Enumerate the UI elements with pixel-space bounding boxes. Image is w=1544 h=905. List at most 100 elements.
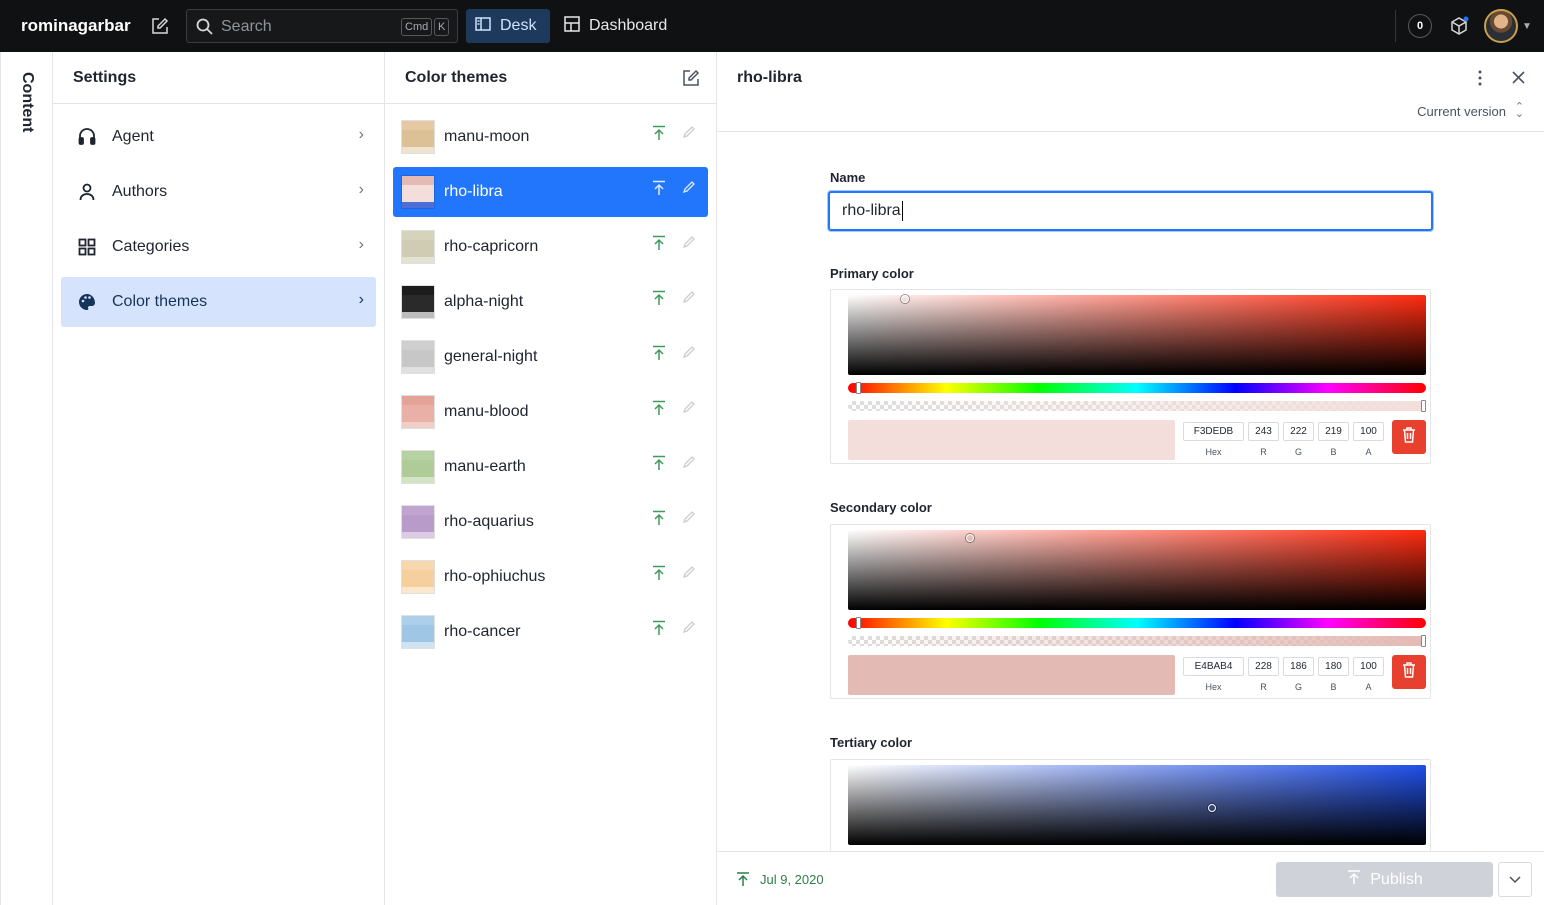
hex-label: Hex	[1205, 447, 1222, 457]
theme-swatch	[401, 615, 435, 649]
trash-icon	[1401, 426, 1417, 449]
trash-icon	[1401, 661, 1417, 684]
settings-item-authors[interactable]: Authors ›	[61, 167, 376, 217]
secondary-saturation-handle[interactable]	[966, 534, 974, 542]
theme-swatch	[401, 120, 435, 154]
workspace-name[interactable]: rominagarbar	[21, 16, 131, 36]
theme-item[interactable]: general-night	[393, 332, 708, 382]
primary-hue-handle[interactable]	[856, 382, 861, 394]
theme-item-label: rho-aquarius	[444, 513, 534, 530]
settings-item-label: Agent	[112, 128, 154, 145]
g-label: G	[1294, 682, 1302, 692]
theme-item[interactable]: rho-cancer	[393, 607, 708, 657]
primary-g-input[interactable]: 222	[1283, 422, 1314, 441]
primary-remove-button[interactable]	[1392, 420, 1426, 454]
edit-icon	[682, 125, 696, 144]
headset-icon	[75, 125, 99, 149]
settings-item-color-themes[interactable]: Color themes ›	[61, 277, 376, 327]
settings-item-categories[interactable]: Categories ›	[61, 222, 376, 272]
edit-icon	[682, 510, 696, 529]
primary-b-input[interactable]: 219	[1318, 422, 1349, 441]
secondary-hue-slider[interactable]	[848, 617, 1426, 629]
theme-item[interactable]: manu-moon	[393, 112, 708, 162]
chevron-right-icon: ›	[358, 126, 364, 143]
version-label: Current version	[1417, 104, 1506, 119]
secondary-hex-input[interactable]: E4BAB4	[1183, 657, 1244, 676]
published-date: Jul 9, 2020	[760, 872, 824, 887]
desk-icon	[474, 15, 492, 38]
color-themes-pane: Color themes manu-moon rho-libra rho-capri…	[385, 52, 717, 905]
theme-item[interactable]: rho-ophiuchus	[393, 552, 708, 602]
edit-icon	[682, 180, 696, 199]
settings-item-label: Authors	[112, 183, 168, 200]
theme-item-label: rho-capricorn	[444, 238, 539, 255]
theme-item[interactable]: alpha-night	[393, 277, 708, 327]
secondary-remove-button[interactable]	[1392, 655, 1426, 689]
secondary-g-input[interactable]: 186	[1283, 657, 1314, 676]
primary-alpha-handle[interactable]	[1421, 400, 1426, 412]
primary-saturation-handle[interactable]	[901, 295, 909, 303]
edit-icon	[682, 345, 696, 364]
desk-label: Desk	[500, 17, 537, 34]
primary-color-preview	[848, 420, 1175, 460]
search-placeholder: Search	[221, 18, 272, 35]
secondary-color-label: Secondary color	[830, 500, 932, 515]
published-icon	[652, 235, 666, 256]
tertiary-saturation-area[interactable]	[848, 765, 1426, 845]
name-field[interactable]: rho-libra	[828, 191, 1433, 231]
chevron-down-icon[interactable]: ▼	[1522, 21, 1532, 32]
search-input[interactable]: Search Cmd K	[186, 9, 458, 43]
secondary-saturation-area[interactable]	[848, 530, 1426, 610]
theme-item[interactable]: rho-capricorn	[393, 222, 708, 272]
chevron-right-icon: ›	[358, 236, 364, 253]
hex-label: Hex	[1205, 682, 1222, 692]
theme-item[interactable]: rho-libra	[393, 167, 708, 217]
theme-swatch	[401, 340, 435, 374]
avatar[interactable]	[1484, 9, 1518, 43]
close-icon[interactable]	[1511, 70, 1526, 90]
secondary-b-input[interactable]: 180	[1318, 657, 1349, 676]
notifications-button[interactable]: 0	[1408, 14, 1432, 38]
text-caret	[901, 200, 903, 221]
updown-chevron-icon: ⌃ ⌄	[1514, 101, 1524, 120]
publish-menu-button[interactable]	[1498, 862, 1532, 897]
secondary-hue-handle[interactable]	[856, 617, 861, 629]
published-icon	[652, 510, 666, 531]
a-label: A	[1365, 447, 1372, 457]
theme-swatch	[401, 450, 435, 484]
published-icon	[652, 290, 666, 311]
primary-hue-slider[interactable]	[848, 382, 1426, 394]
theme-item-label: manu-moon	[444, 128, 530, 145]
primary-alpha-slider[interactable]	[848, 400, 1426, 412]
secondary-r-input[interactable]: 228	[1248, 657, 1279, 676]
dashboard-tool-button[interactable]: Dashboard	[563, 9, 683, 43]
compose-icon[interactable]	[150, 16, 170, 36]
g-label: G	[1294, 447, 1302, 457]
primary-r-input[interactable]: 243	[1248, 422, 1279, 441]
settings-item-agent[interactable]: Agent ›	[61, 112, 376, 162]
tertiary-saturation-handle[interactable]	[1208, 804, 1216, 812]
theme-item[interactable]: manu-blood	[393, 387, 708, 437]
secondary-alpha-slider[interactable]	[848, 635, 1426, 647]
desk-tool-button[interactable]: Desk	[466, 9, 550, 43]
theme-swatch	[401, 505, 435, 539]
edit-icon	[682, 235, 696, 254]
settings-pane: Settings Agent › Authors › Categories › …	[53, 52, 385, 905]
primary-hex-input[interactable]: F3DEDB	[1183, 422, 1244, 441]
more-vertical-icon[interactable]	[1474, 69, 1486, 92]
theme-swatch	[401, 230, 435, 264]
primary-saturation-area[interactable]	[848, 295, 1426, 375]
color-themes-title: Color themes	[385, 52, 716, 104]
a-label: A	[1365, 682, 1372, 692]
secondary-a-input[interactable]: 100	[1353, 657, 1384, 676]
dashboard-icon	[563, 15, 581, 38]
secondary-alpha-handle[interactable]	[1421, 635, 1426, 647]
theme-item[interactable]: manu-earth	[393, 442, 708, 492]
theme-item[interactable]: rho-aquarius	[393, 497, 708, 547]
primary-a-input[interactable]: 100	[1353, 422, 1384, 441]
version-selector[interactable]: Current version ⌃ ⌄	[1417, 102, 1524, 120]
compose-icon[interactable]	[682, 69, 700, 92]
content-tool-label[interactable]: Content	[18, 72, 36, 132]
publish-button[interactable]: Publish	[1276, 862, 1493, 897]
package-icon[interactable]	[1447, 14, 1471, 38]
